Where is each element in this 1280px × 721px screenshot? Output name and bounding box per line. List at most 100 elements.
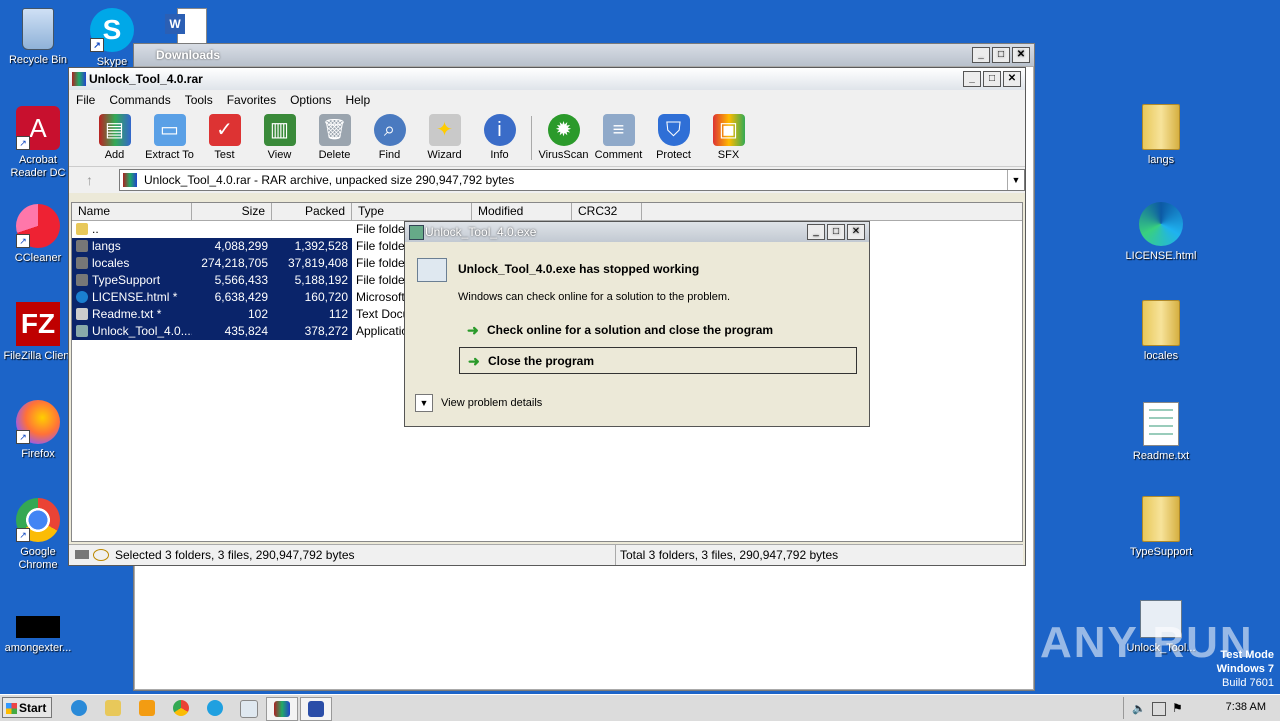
view-details-toggle[interactable]: ▼ View problem details: [415, 394, 542, 412]
col-modified[interactable]: Modified: [472, 203, 572, 220]
error-dialog: Unlock_Tool_4.0.exe _ □ ✕ Unlock_Tool_4.…: [404, 221, 870, 427]
col-packed[interactable]: Packed: [272, 203, 352, 220]
folder-icon: [76, 240, 88, 252]
desktop-icon-chrome[interactable]: ↗ Google Chrome: [0, 498, 76, 572]
test-button[interactable]: ✓ Test: [197, 110, 252, 166]
comment-button[interactable]: ≡ Comment: [591, 110, 646, 166]
menu-commands[interactable]: Commands: [102, 90, 177, 110]
virusscan-button[interactable]: ✹ VirusScan: [536, 110, 591, 166]
close-button[interactable]: ✕: [1003, 71, 1021, 87]
key-icon[interactable]: [93, 549, 109, 561]
menu-file[interactable]: File: [69, 90, 102, 110]
flag-icon[interactable]: ⚑: [1172, 701, 1183, 715]
desktop-icon-langs[interactable]: langs: [1123, 104, 1199, 167]
desktop-icon-label: TypeSupport: [1129, 546, 1193, 558]
speaker-icon[interactable]: 🔈: [1132, 702, 1146, 715]
sfx-button[interactable]: ▣ SFX: [701, 110, 756, 166]
check-online-option[interactable]: ➜ Check online for a solution and close …: [459, 317, 857, 344]
chevron-down-icon[interactable]: ▼: [1007, 170, 1024, 190]
toolbar-separator: [531, 116, 532, 160]
protect-button[interactable]: ⛉ Protect: [646, 110, 701, 166]
info-button[interactable]: i Info: [472, 110, 527, 166]
desktop-icon-typesupport[interactable]: TypeSupport: [1123, 496, 1199, 559]
col-type[interactable]: Type: [352, 203, 472, 220]
view-button[interactable]: ▥ View: [252, 110, 307, 166]
minimize-button[interactable]: _: [972, 47, 990, 63]
taskbar: Start 🔈 ⚑ 7:38 AM: [0, 694, 1280, 721]
up-arrow-icon[interactable]: ↑: [86, 172, 93, 188]
minimize-button[interactable]: _: [963, 71, 981, 87]
dialog-title: Unlock_Tool_4.0.exe: [425, 225, 537, 239]
network-icon[interactable]: [1152, 702, 1166, 716]
taskbar-explorer[interactable]: [98, 697, 128, 719]
start-button[interactable]: Start: [2, 697, 52, 718]
downloads-title-bar[interactable]: Downloads _ □ ✕: [134, 44, 1034, 66]
maximize-button[interactable]: □: [992, 47, 1010, 63]
address-field[interactable]: Unlock_Tool_4.0.rar - RAR archive, unpac…: [119, 169, 1025, 191]
desktop-icon-label: Readme.txt: [1132, 450, 1190, 462]
taskbar-error-reporting[interactable]: [300, 697, 332, 721]
sfx-icon: ▣: [712, 114, 745, 146]
taskbar-ie[interactable]: [64, 697, 94, 719]
winrar-icon: [274, 701, 290, 717]
chrome-icon: ↗: [16, 498, 60, 542]
edge-icon: [207, 700, 223, 716]
extract-folder-icon: ▭: [153, 114, 186, 146]
maximize-button[interactable]: □: [827, 224, 845, 240]
desktop-icon-ccleaner[interactable]: ↗ CCleaner: [0, 204, 76, 265]
add-button[interactable]: ▤ Add: [87, 110, 142, 166]
ccleaner-icon: ↗: [16, 204, 60, 248]
filezilla-icon: FZ: [16, 302, 60, 346]
desktop-icon-label: langs: [1147, 154, 1175, 166]
desktop-icon-label: LICENSE.html: [1125, 250, 1197, 262]
desktop-icon-locales[interactable]: locales: [1123, 300, 1199, 363]
desktop-icon-filezilla[interactable]: FZ FileZilla Client: [0, 302, 76, 363]
menu-bar: File Commands Tools Favorites Options He…: [69, 90, 1025, 110]
desktop-icon-label: Google Chrome: [18, 546, 58, 571]
desktop-icon-license[interactable]: LICENSE.html: [1123, 202, 1199, 263]
text-file-icon: [76, 308, 88, 320]
app-icon: [409, 225, 424, 240]
app-icon: [76, 325, 88, 337]
clock[interactable]: 7:38 AM: [1226, 701, 1266, 713]
desktop-icon-label: amongexter...: [4, 642, 72, 654]
menu-options[interactable]: Options: [283, 90, 338, 110]
dialog-title-bar[interactable]: Unlock_Tool_4.0.exe _ □ ✕: [405, 222, 869, 242]
extract-to-button[interactable]: ▭ Extract To: [142, 110, 197, 166]
taskbar-chrome[interactable]: [166, 697, 196, 719]
menu-tools[interactable]: Tools: [178, 90, 220, 110]
test-mode-text: Test Mode Windows 7 Build 7601: [1216, 649, 1274, 689]
desktop-icon-firefox[interactable]: ↗ Firefox: [0, 400, 76, 461]
wizard-button[interactable]: ✦ Wizard: [417, 110, 472, 166]
menu-favorites[interactable]: Favorites: [220, 90, 283, 110]
col-name[interactable]: Name: [72, 203, 192, 220]
folder-icon: [76, 257, 88, 269]
desktop-icon-acrobat[interactable]: A ↗ Acrobat Reader DC: [0, 106, 76, 180]
winrar-title-bar[interactable]: Unlock_Tool_4.0.rar _ □ ✕: [69, 68, 1025, 90]
taskbar-winrar[interactable]: [266, 697, 298, 721]
menu-help[interactable]: Help: [338, 90, 377, 110]
desktop-icon-amongexter[interactable]: amongexter...: [0, 616, 76, 655]
folder-icon: [1142, 300, 1180, 346]
taskbar-media-player[interactable]: [132, 697, 162, 719]
find-button[interactable]: ⌕ Find: [362, 110, 417, 166]
close-button[interactable]: ✕: [847, 224, 865, 240]
address-bar: ↑ Unlock_Tool_4.0.rar - RAR archive, unp…: [69, 167, 1025, 193]
desktop-icon-readme[interactable]: Readme.txt: [1123, 402, 1199, 463]
minimize-button[interactable]: _: [807, 224, 825, 240]
desktop-icon-recycle-bin[interactable]: Recycle Bin: [0, 8, 76, 67]
col-crc32[interactable]: CRC32: [572, 203, 642, 220]
firefox-icon: ↗: [16, 400, 60, 444]
word-doc-icon[interactable]: W: [165, 8, 209, 44]
close-program-option[interactable]: ➜ Close the program: [459, 347, 857, 374]
delete-button[interactable]: 🗑 Delete: [307, 110, 362, 166]
trash-icon: 🗑: [318, 114, 351, 146]
desktop-icon-label: FileZilla Client: [3, 350, 73, 362]
program-window-icon: [417, 258, 447, 282]
maximize-button[interactable]: □: [983, 71, 1001, 87]
close-button[interactable]: ✕: [1012, 47, 1030, 63]
taskbar-edge[interactable]: [200, 697, 230, 719]
col-size[interactable]: Size: [192, 203, 272, 220]
taskbar-notepad[interactable]: [234, 697, 264, 719]
edge-icon: [1139, 202, 1183, 246]
